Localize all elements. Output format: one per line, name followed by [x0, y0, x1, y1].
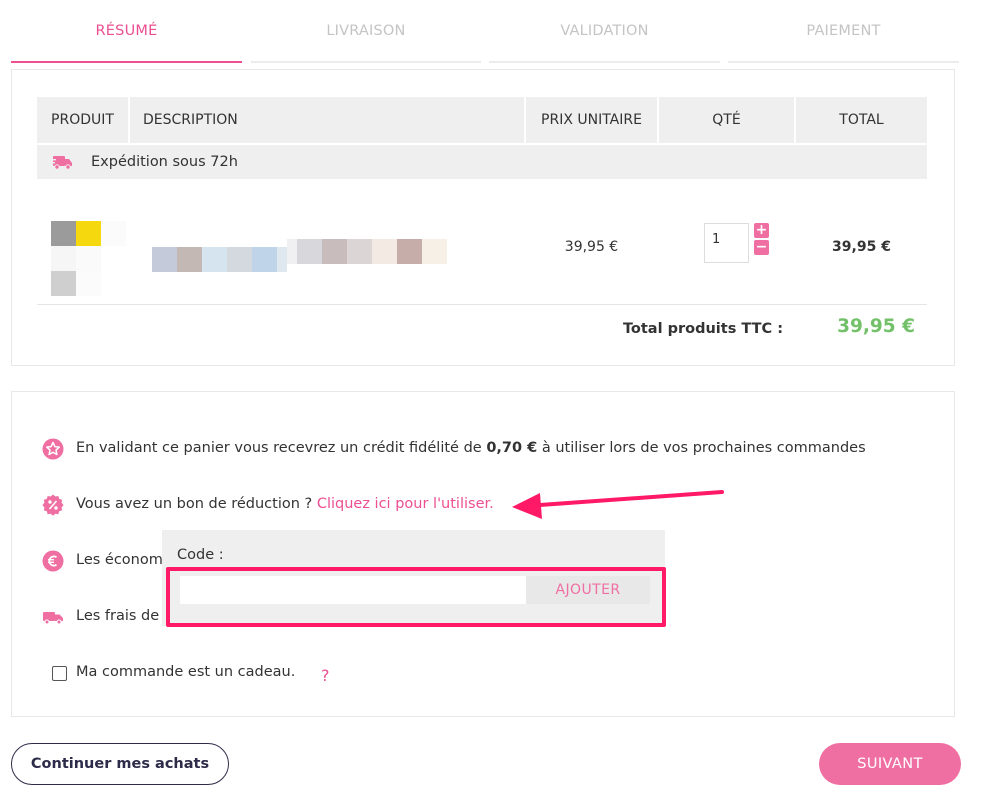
cart-totals: Total produits TTC : 39,95 € — [37, 305, 927, 353]
loyalty-amount: 0,70 € — [486, 440, 538, 456]
checkout-steps: RÉSUMÉ LIVRAISON VALIDATION PAIEMENT — [11, 0, 959, 64]
header-product: PRODUIT — [37, 97, 130, 143]
gift-checkbox[interactable] — [52, 666, 67, 681]
total-label: Total produits TTC : — [622, 321, 783, 337]
loyalty-text-prefix: En validant ce panier vous recevrez un c… — [76, 440, 482, 456]
step-validation-label: VALIDATION — [560, 23, 649, 39]
step-paiement-indicator — [728, 61, 959, 63]
total-value: 39,95 € — [837, 316, 915, 337]
quantity-input[interactable]: 1 — [704, 223, 749, 263]
step-livraison[interactable]: LIVRAISON — [251, 0, 481, 64]
coupon-open-link[interactable]: Cliquez ici pour l'utiliser. — [317, 496, 494, 512]
quantity-increase-button[interactable]: + — [754, 223, 769, 238]
step-livraison-label: LIVRAISON — [326, 23, 406, 39]
shipping-delay-row: Expédition sous 72h — [37, 145, 927, 179]
delivery-truck-icon — [43, 612, 63, 625]
header-unit-price: PRIX UNITAIRE — [526, 97, 659, 143]
product-thumbnail[interactable] — [51, 221, 126, 297]
gift-help-link[interactable]: ? — [321, 666, 330, 685]
header-qty: QTÉ — [659, 97, 796, 143]
step-validation-indicator — [489, 61, 720, 63]
next-step-button[interactable]: SUIVANT — [819, 743, 961, 785]
product-description-blurred[interactable] — [152, 239, 452, 273]
quantity-decrease-button[interactable]: − — [754, 240, 769, 255]
coupon-text: Vous avez un bon de réduction ? — [76, 496, 313, 512]
step-paiement[interactable]: PAIEMENT — [728, 0, 959, 64]
coupon-code-label: Code : — [177, 547, 224, 563]
annotation-arrow-icon — [512, 490, 724, 519]
star-icon — [42, 438, 64, 460]
savings-text: Les économ — [76, 552, 163, 568]
loyalty-text-suffix: à utiliser lors de vos prochaines comman… — [541, 440, 866, 456]
step-paiement-label: PAIEMENT — [806, 23, 881, 39]
cart-item-row: 39,95 € 1 + − 39,95 € — [37, 179, 927, 305]
step-validation[interactable]: VALIDATION — [489, 0, 720, 64]
continue-shopping-button[interactable]: Continuer mes achats — [11, 743, 229, 785]
line-total: 39,95 € — [832, 239, 891, 255]
cart-summary: PRODUIT DESCRIPTION PRIX UNITAIRE QTÉ TO… — [11, 69, 955, 366]
unit-price: 39,95 € — [564, 239, 619, 255]
step-resume-indicator — [11, 61, 242, 63]
header-total: TOTAL — [839, 112, 884, 128]
shipping-fees-text: Les frais de — [76, 608, 160, 624]
step-livraison-indicator — [251, 61, 481, 63]
gift-label: Ma commande est un cadeau. — [76, 664, 296, 680]
step-resume-label: RÉSUMÉ — [95, 23, 158, 39]
shipping-delay-text: Expédition sous 72h — [91, 154, 238, 170]
header-description: DESCRIPTION — [130, 97, 526, 143]
annotation-highlight-box — [166, 567, 666, 627]
step-resume[interactable]: RÉSUMÉ — [11, 0, 242, 64]
euro-icon — [42, 550, 64, 572]
truck-icon — [51, 156, 72, 170]
cart-table-header: PRODUIT DESCRIPTION PRIX UNITAIRE QTÉ TO… — [37, 97, 927, 143]
discount-icon — [42, 494, 64, 516]
